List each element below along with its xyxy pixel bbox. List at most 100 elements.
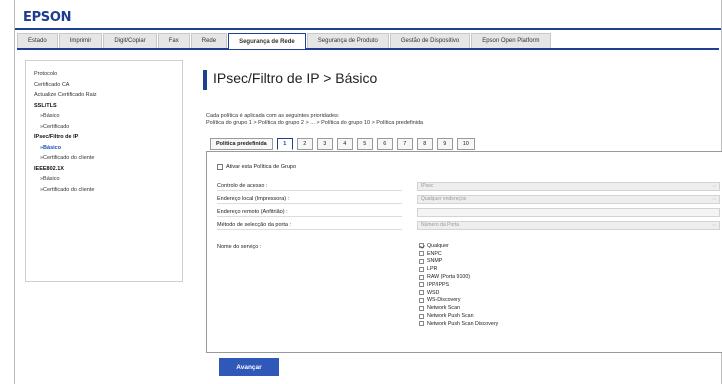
enable-group-policy-checkbox[interactable] — [217, 164, 223, 170]
description-line-2: Política do grupo 1 > Política do grupo … — [206, 120, 424, 126]
group-tab-3[interactable]: 3 — [316, 138, 333, 150]
service-checkbox[interactable] — [419, 305, 424, 311]
group-tab-2[interactable]: 2 — [296, 138, 313, 150]
service-checkbox[interactable] — [419, 243, 424, 249]
group-tab-1[interactable]: 1 — [276, 138, 293, 150]
sidebar-item-ieee-certificado-cliente[interactable]: »Certificado do cliente — [34, 185, 174, 196]
service-checkbox[interactable] — [419, 321, 424, 327]
enable-group-policy-row: Ativar esta Política de Grupo — [217, 164, 296, 170]
service-item-snmp: SNMP — [419, 258, 498, 266]
service-name-label: Nome do serviço : — [217, 244, 262, 250]
avancar-button[interactable]: Avançar — [219, 358, 279, 376]
group-tab-8[interactable]: 8 — [416, 138, 433, 150]
service-label: Network Push Scan Discovery — [427, 320, 499, 327]
service-label: LPR — [427, 266, 438, 273]
sidebar-item-actualize-certificado-raiz[interactable]: Actualize Certificado Raiz — [34, 90, 174, 101]
header-divider — [15, 28, 721, 30]
port-method-value: Número da Porta — [421, 222, 460, 228]
access-control-label: Controlo de acesso : — [217, 182, 402, 191]
group-tab-10[interactable]: 10 — [456, 138, 475, 150]
tab-estado[interactable]: Estado — [17, 33, 58, 48]
group-policy-tabs: Política predefinida 1 2 3 4 5 6 7 8 9 1… — [210, 138, 479, 151]
access-control-value: IPsec — [421, 183, 434, 189]
service-checkbox[interactable] — [419, 313, 424, 319]
main-tab-bar: Estado Imprimir Digit/Copiar Fax Rede Se… — [17, 33, 719, 50]
service-item-network-scan: Network Scan — [419, 304, 498, 312]
group-tab-default[interactable]: Política predefinida — [210, 138, 273, 150]
remote-address-row: Endereço remoto (Anfitrião) : — [217, 208, 720, 217]
sidebar-heading-ieee8021x: IEEE802.1X — [34, 165, 64, 172]
service-label: Network Push Scan — [427, 313, 474, 320]
service-checkbox[interactable] — [419, 258, 424, 264]
service-item-network-push-scan-discovery: Network Push Scan Discovery — [419, 320, 498, 328]
local-address-value: Qualquer endereços — [421, 196, 467, 202]
port-method-label: Método de selecção da porta : — [217, 221, 402, 230]
group-tab-9[interactable]: 9 — [436, 138, 453, 150]
chevron-down-icon: ⌵ — [712, 196, 716, 202]
service-item-network-push-scan: Network Push Scan — [419, 312, 498, 320]
sidebar-item-ieee-basico[interactable]: »Básico — [34, 174, 174, 185]
access-control-select[interactable]: IPsec ⌵ — [417, 182, 720, 191]
service-checkbox[interactable] — [419, 274, 424, 280]
tab-digit-copiar[interactable]: Digit/Copiar — [103, 33, 157, 48]
service-label: Network Scan — [427, 305, 460, 312]
group-tab-6[interactable]: 6 — [376, 138, 393, 150]
tab-seguranca-de-produto[interactable]: Segurança de Produto — [306, 33, 389, 48]
service-label: WS-Discovery — [427, 297, 461, 304]
sidebar-item-ssl-certificado[interactable]: »Certificado — [34, 122, 174, 133]
sidebar-item-protocolo[interactable]: Protocolo — [34, 69, 174, 80]
local-address-select[interactable]: Qualquer endereços ⌵ — [417, 195, 720, 204]
service-checkbox[interactable] — [419, 266, 424, 272]
tab-fax[interactable]: Fax — [157, 33, 190, 48]
group-policy-panel: Ativar esta Política de Grupo Controlo d… — [206, 151, 722, 353]
chevron-down-icon: ⌵ — [712, 183, 716, 189]
service-label: ENPC — [427, 250, 442, 257]
service-item-ws-discovery: WS-Discovery — [419, 297, 498, 305]
service-label: WSD — [427, 289, 440, 296]
sidebar-item-certificado-ca[interactable]: Certificado CA — [34, 80, 174, 91]
tab-seguranca-de-rede[interactable]: Segurança de Rede — [228, 33, 306, 49]
service-label: IPP/IPPS — [427, 281, 450, 288]
service-item-raw: RAW (Porta 9100) — [419, 273, 498, 281]
service-checkbox[interactable] — [419, 297, 424, 303]
tab-gestao-de-dispositivo[interactable]: Gestão de Dispositivo — [389, 33, 471, 48]
service-label: RAW (Porta 9100) — [427, 274, 471, 281]
service-checkbox[interactable] — [419, 290, 424, 296]
title-accent-bar — [203, 70, 207, 90]
chevron-down-icon: ⌵ — [712, 222, 716, 228]
service-item-wsd: WSD — [419, 289, 498, 297]
priority-description: Cada política é aplicada com as seguinte… — [206, 113, 423, 127]
sidebar-heading-ssl-tls: SSL/TLS — [34, 102, 57, 109]
service-checkbox[interactable] — [419, 251, 424, 257]
tab-rede[interactable]: Rede — [190, 33, 228, 48]
sidebar-item-ipsec-certificado-cliente[interactable]: »Certificado do cliente — [34, 153, 174, 164]
group-tab-4[interactable]: 4 — [336, 138, 353, 150]
access-control-row: Controlo de acesso : IPsec ⌵ — [217, 182, 720, 191]
port-method-row: Método de selecção da porta : Número da … — [217, 221, 720, 230]
sidebar-menu: Protocolo Certificado CA Actualize Certi… — [25, 60, 183, 282]
group-tab-7[interactable]: 7 — [396, 138, 413, 150]
service-label: Qualquer — [427, 242, 449, 249]
tab-imprimir[interactable]: Imprimir — [58, 33, 103, 48]
browser-frame: EPSON Estado Imprimir Digit/Copiar Fax R… — [14, 0, 722, 384]
service-label: SNMP — [427, 258, 443, 265]
local-address-row: Endereço local (Impressora) : Qualquer e… — [217, 195, 720, 204]
group-tab-5[interactable]: 5 — [356, 138, 373, 150]
sidebar-item-ssl-basico[interactable]: »Básico — [34, 111, 174, 122]
service-checkbox[interactable] — [419, 282, 424, 288]
remote-address-input[interactable] — [417, 208, 720, 217]
sidebar-heading-ipsec: IPsec/Filtro de IP — [34, 134, 79, 140]
service-item-ipp: IPP/IPPS — [419, 281, 498, 289]
service-item-enpc: ENPC — [419, 250, 498, 258]
local-address-label: Endereço local (Impressora) : — [217, 195, 402, 204]
service-item-qualquer: Qualquer — [419, 242, 498, 250]
port-method-select[interactable]: Número da Porta ⌵ — [417, 221, 720, 230]
page-title: IPsec/Filtro de IP > Básico — [213, 70, 378, 86]
service-list: Qualquer ENPC SNMP LPR RAW (Porta 9100) … — [419, 242, 498, 328]
tab-epson-open-platform[interactable]: Epson Open Platform — [471, 33, 551, 48]
remote-address-label: Endereço remoto (Anfitrião) : — [217, 208, 402, 217]
description-line-1: Cada política é aplicada com as seguinte… — [206, 113, 340, 119]
sidebar-item-ipsec-basico[interactable]: »Básico — [34, 143, 174, 154]
epson-logo: EPSON — [23, 10, 72, 25]
enable-group-policy-label: Ativar esta Política de Grupo — [226, 164, 297, 170]
